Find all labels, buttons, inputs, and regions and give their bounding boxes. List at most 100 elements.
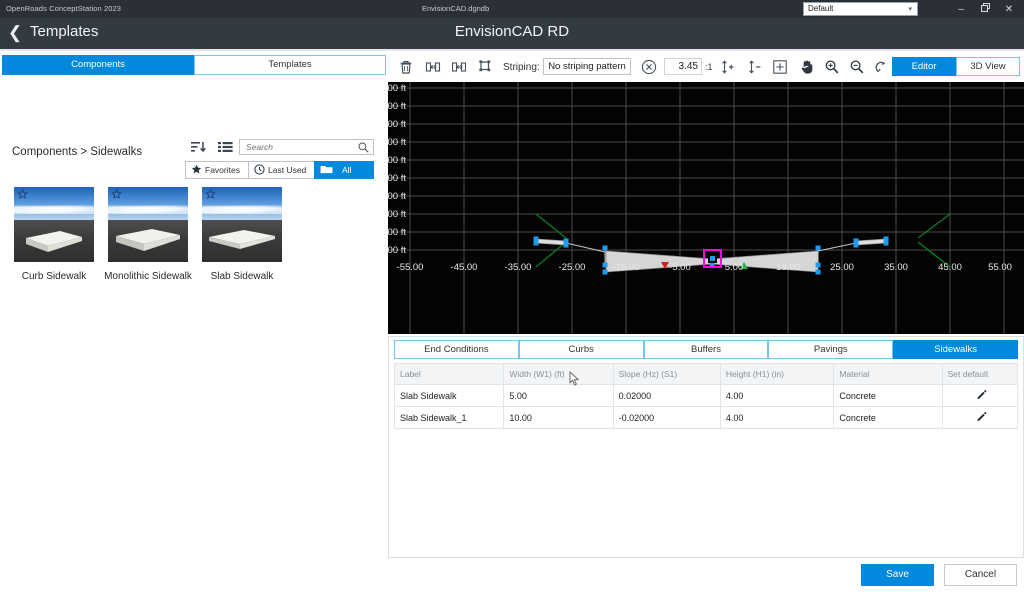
tab-components[interactable]: Components: [2, 55, 194, 75]
cell-slope[interactable]: 0.02000: [612, 384, 721, 407]
cell-label[interactable]: Slab Sidewalk: [393, 384, 505, 407]
minimize-button[interactable]: –: [953, 3, 969, 16]
cross-section-view[interactable]: 5.00 ft 4.00 ft 3.00 ft 2.00 ft 1.00 ft …: [388, 82, 1024, 334]
star-icon: [191, 164, 202, 177]
zoom-in-icon[interactable]: [823, 58, 841, 76]
clear-circle-icon[interactable]: [640, 58, 658, 76]
component-card-monolithic-sidewalk[interactable]: Monolithic Sidewalk: [104, 187, 192, 282]
save-button[interactable]: Save: [861, 564, 934, 586]
star-outline-icon[interactable]: [111, 188, 122, 200]
cell-height[interactable]: 4.00: [719, 384, 835, 407]
search-input[interactable]: [246, 140, 354, 154]
rotate-view-icon[interactable]: [872, 58, 890, 76]
x-tick: 45.00: [938, 262, 962, 273]
pencil-icon[interactable]: [975, 389, 988, 402]
x-tick: -5.00: [669, 262, 691, 273]
insert-left-icon[interactable]: [424, 58, 442, 76]
cell-material[interactable]: Concrete: [833, 384, 943, 407]
filter-buttons: Favorites Last Used All: [185, 161, 374, 179]
x-tick: 25.00: [830, 262, 854, 273]
cell-material[interactable]: Concrete: [833, 406, 943, 429]
search-box[interactable]: [239, 139, 374, 155]
component-label: Slab Sidewalk: [210, 271, 274, 282]
pencil-icon[interactable]: [975, 411, 988, 424]
chevron-down-icon: ▾: [908, 6, 912, 13]
cell-width[interactable]: 10.00: [503, 406, 614, 429]
properties-panel: End Conditions Curbs Buffers Pavings Sid…: [388, 336, 1024, 558]
exaggeration-ratio-label: :1: [705, 62, 713, 72]
y-tick: 0.00 ft: [388, 173, 406, 184]
sort-icon[interactable]: [190, 139, 207, 155]
maximize-button[interactable]: [977, 3, 993, 16]
cell-label[interactable]: Slab Sidewalk_1: [393, 406, 505, 429]
tab-curbs[interactable]: Curbs: [518, 340, 644, 359]
table-row[interactable]: Slab Sidewalk_1 10.00 -0.02000 4.00 Conc…: [393, 406, 1019, 429]
page-header: ❮ Templates EnvisionCAD RD: [0, 18, 1024, 49]
component-thumbnail: [202, 187, 282, 262]
zoom-out-icon[interactable]: [848, 58, 866, 76]
cell-slope[interactable]: -0.02000: [612, 406, 721, 429]
cloud-layer: [202, 203, 282, 214]
trash-icon[interactable]: [397, 58, 415, 76]
title-bar: OpenRoads ConceptStation 2023 EnvisionCA…: [0, 0, 1024, 18]
y-tick: 4.00 ft: [388, 101, 406, 112]
view-mode-3d[interactable]: 3D View: [956, 57, 1020, 76]
tab-sidewalks[interactable]: Sidewalks: [893, 340, 1018, 359]
star-outline-icon[interactable]: [17, 188, 28, 200]
workspace-dropdown[interactable]: Default ▾: [803, 2, 918, 16]
filter-all[interactable]: All: [314, 161, 374, 179]
editor-panel: Striping: No striping pattern 3.45 :1 Ed…: [388, 51, 1024, 586]
x-tick: 35.00: [884, 262, 908, 273]
y-tick: -1.00 ft: [388, 191, 406, 202]
filter-favorites[interactable]: Favorites: [185, 161, 248, 179]
x-tick: -25.00: [559, 262, 586, 273]
pan-hand-icon[interactable]: [798, 58, 816, 76]
component-thumbnail: [108, 187, 188, 262]
clock-icon: [254, 163, 265, 177]
tab-pavings[interactable]: Pavings: [768, 340, 894, 359]
y-tick: 2.00 ft: [388, 137, 406, 148]
striping-label: Striping:: [503, 62, 540, 73]
fit-view-icon[interactable]: [771, 58, 789, 76]
x-tick: 5.00: [725, 262, 744, 273]
list-view-icon[interactable]: [217, 139, 234, 155]
filter-favorites-label: Favorites: [205, 165, 240, 175]
tab-templates[interactable]: Templates: [194, 55, 386, 75]
tab-buffers[interactable]: Buffers: [643, 340, 769, 359]
slab-sidewalk-3d: [209, 230, 275, 249]
cell-width[interactable]: 5.00: [503, 384, 614, 407]
transform-icon[interactable]: [477, 58, 495, 76]
close-button[interactable]: ✕: [1001, 3, 1017, 16]
view-mode-editor[interactable]: Editor: [892, 57, 956, 76]
table-row[interactable]: Slab Sidewalk 5.00 0.02000 4.00 Concrete: [393, 384, 1019, 407]
monolithic-sidewalk-3d: [116, 229, 180, 251]
exaggeration-input[interactable]: 3.45: [664, 58, 702, 75]
filter-last-used-label: Last Used: [268, 165, 307, 175]
footer-buttons: Save Cancel: [388, 564, 1024, 594]
component-type-tabs: End Conditions Curbs Buffers Pavings Sid…: [394, 340, 1018, 359]
exaggeration-decrease-icon[interactable]: [745, 58, 763, 76]
column-set-default: Set default: [941, 363, 1019, 385]
search-icon: [358, 142, 369, 153]
curb-sidewalk-3d: [26, 231, 82, 252]
star-outline-icon[interactable]: [205, 188, 216, 200]
cell-set-default[interactable]: [941, 384, 1019, 407]
column-width: Width (W1) (ft): [503, 363, 614, 385]
filter-last-used[interactable]: Last Used: [248, 161, 314, 179]
component-card-curb-sidewalk[interactable]: Curb Sidewalk: [14, 187, 94, 282]
editor-toolbar: Striping: No striping pattern 3.45 :1 Ed…: [388, 51, 1024, 82]
cancel-button[interactable]: Cancel: [944, 564, 1017, 586]
striping-pattern-field[interactable]: No striping pattern: [543, 58, 631, 75]
cell-set-default[interactable]: [941, 406, 1019, 429]
x-tick: -35.00: [505, 262, 532, 273]
column-height: Height (H1) (in): [719, 363, 835, 385]
component-card-slab-sidewalk[interactable]: Slab Sidewalk: [202, 187, 282, 282]
tab-end-conditions[interactable]: End Conditions: [394, 340, 519, 359]
exaggeration-increase-icon[interactable]: [718, 58, 736, 76]
cell-height[interactable]: 4.00: [719, 406, 835, 429]
cloud-layer: [14, 203, 94, 214]
canvas-background: [388, 82, 1024, 334]
column-slope: Slope (Hz) (S1): [612, 363, 721, 385]
insert-right-icon[interactable]: [450, 58, 468, 76]
view-mode-toggle: Editor 3D View: [892, 57, 1020, 76]
